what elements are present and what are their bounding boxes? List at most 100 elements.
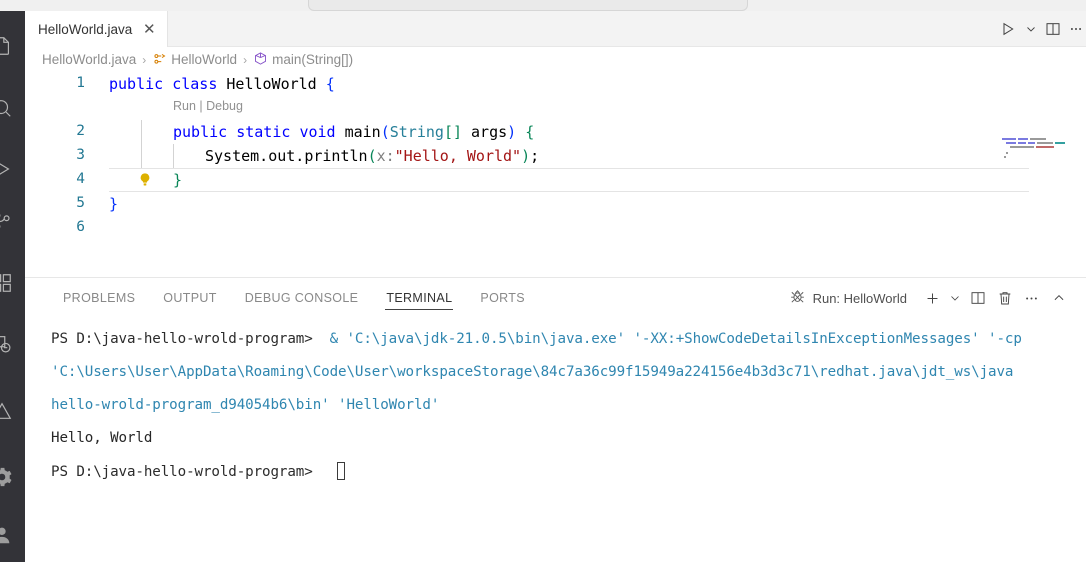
remote-triangle-icon — [0, 400, 13, 422]
tab-problems[interactable]: PROBLEMS — [49, 278, 149, 318]
split-editor-button[interactable] — [1039, 14, 1067, 44]
codelens-run-debug[interactable]: Run | Debug — [173, 99, 243, 113]
method-icon — [253, 51, 268, 69]
code-line-1: public class HelloWorld { — [109, 75, 335, 93]
run-options-dropdown[interactable] — [1022, 14, 1039, 44]
new-terminal-button[interactable] — [919, 284, 946, 312]
activity-item-testing[interactable] — [0, 321, 25, 367]
terminal-output[interactable]: PS D:\java-hello-wrold-program> & 'C:\ja… — [25, 318, 1086, 562]
terminal-program-output: Hello, World — [51, 430, 153, 446]
token-args: args — [462, 123, 508, 141]
tab-terminal[interactable]: TERMINAL — [372, 278, 466, 318]
minimap-row — [1018, 142, 1026, 144]
run-debug-icon — [0, 158, 13, 180]
terminal-command-cont: hello-wrold-program_d94054b6\bin' 'Hello… — [51, 397, 440, 413]
gear-icon — [0, 466, 13, 488]
terminal-profile-dropdown[interactable] — [946, 284, 964, 312]
panel-header: PROBLEMS OUTPUT DEBUG CONSOLE TERMINAL P… — [25, 278, 1086, 318]
indent-guide — [141, 120, 142, 168]
panel-tab-label: OUTPUT — [163, 291, 217, 305]
editor-region: HelloWorld.java ✕ HelloWorld.java › Hell… — [25, 11, 1086, 562]
run-button[interactable] — [994, 14, 1022, 44]
token-String: String — [389, 123, 444, 141]
breadcrumb-method-label: main(String[]) — [272, 52, 354, 67]
activity-item-source-control[interactable] — [0, 198, 25, 244]
token-param-hint: x: — [376, 147, 395, 165]
breadcrumb-item-method[interactable]: main(String[]) — [253, 51, 353, 69]
tab-helloworld-java[interactable]: HelloWorld.java ✕ — [25, 11, 169, 47]
account-icon — [0, 524, 13, 546]
terminal-line: 'C:\Users\User\AppData\Roaming\Code\User… — [51, 364, 1013, 380]
terminal-command: & 'C:\java\jdk-21.0.5\bin\java.exe' '-XX… — [312, 331, 1022, 347]
activity-item-explorer[interactable] — [0, 23, 25, 69]
command-center[interactable] — [308, 0, 748, 11]
panel-tab-label: PORTS — [480, 291, 525, 305]
token-brace: { — [325, 75, 335, 93]
minimap-row — [1030, 138, 1046, 140]
breadcrumb-item-class[interactable]: HelloWorld — [152, 51, 237, 69]
collapse-panel-button[interactable] — [1045, 284, 1072, 312]
lightbulb-icon[interactable] — [137, 172, 153, 188]
tab-output[interactable]: OUTPUT — [149, 278, 231, 318]
editor-actions — [994, 11, 1086, 47]
split-terminal-button[interactable] — [964, 284, 991, 312]
minimap-row — [1006, 142, 1016, 144]
line-number: 1 — [76, 75, 85, 91]
code-editor[interactable]: 1 2 3 4 5 6 public class HelloWorld { Ru… — [25, 72, 1086, 272]
debug-bug-icon — [789, 288, 806, 308]
activity-item-accounts[interactable] — [0, 512, 25, 558]
terminal-line: Hello, World — [51, 430, 152, 446]
activity-bar — [0, 11, 25, 562]
vscode-window: HelloWorld.java ✕ HelloWorld.java › Hell… — [0, 0, 1086, 562]
token-classname: HelloWorld — [226, 75, 317, 93]
kill-terminal-button[interactable] — [991, 284, 1018, 312]
panel-more-actions-button[interactable] — [1018, 284, 1045, 312]
terminal-line: PS D:\java-hello-wrold-program> — [51, 464, 313, 480]
minimap-row — [1010, 146, 1034, 148]
activity-item-extensions[interactable] — [0, 260, 25, 306]
minimap-row — [1004, 156, 1006, 158]
token-public: public — [109, 75, 164, 93]
testing-beaker-icon — [0, 333, 13, 355]
activity-item-run-and-debug[interactable] — [0, 146, 25, 192]
minimap-row — [1002, 138, 1016, 140]
minimap-row — [1018, 138, 1028, 140]
minimap-row — [1028, 142, 1035, 144]
token-paren-close: ) — [521, 147, 531, 165]
token-paren: ( — [380, 123, 390, 141]
editor-tab-bar: HelloWorld.java ✕ — [25, 11, 1086, 47]
panel-tabs: PROBLEMS OUTPUT DEBUG CONSOLE TERMINAL P… — [25, 278, 539, 318]
current-line-highlight — [109, 168, 1029, 192]
breadcrumb-file-label: HelloWorld.java — [42, 52, 137, 67]
token-paren: ( — [367, 147, 377, 165]
token-paren-close: ) — [507, 123, 517, 141]
tab-debug-console[interactable]: DEBUG CONSOLE — [231, 278, 373, 318]
terminal-instance-selector[interactable]: Run: HelloWorld — [789, 288, 907, 308]
token-public: public — [173, 123, 228, 141]
minimap[interactable] — [1002, 138, 1080, 198]
title-bar — [0, 0, 1086, 11]
class-icon — [152, 51, 167, 69]
token-class: class — [172, 75, 218, 93]
activity-item-search[interactable] — [0, 85, 25, 131]
minimap-row — [1055, 142, 1065, 144]
terminal-cursor — [337, 462, 345, 480]
close-icon[interactable]: ✕ — [141, 22, 157, 37]
token-brace: } — [109, 195, 119, 213]
terminal-line: PS D:\java-hello-wrold-program> & 'C:\ja… — [51, 331, 1022, 347]
code-line-4: } — [173, 171, 182, 189]
panel-tab-label: DEBUG CONSOLE — [244, 291, 359, 305]
activity-item-manage-settings[interactable] — [0, 454, 25, 500]
token-println: System.out.println — [205, 147, 368, 165]
token-brackets: [] — [443, 123, 462, 141]
breadcrumb-item-file[interactable]: HelloWorld.java — [42, 52, 136, 67]
activity-item-remote-explorer[interactable] — [0, 388, 25, 434]
more-actions-button[interactable] — [1067, 14, 1084, 44]
breadcrumb-class-label: HelloWorld — [171, 52, 238, 67]
token-brace: { — [525, 123, 535, 141]
panel-tab-label: PROBLEMS — [63, 291, 136, 305]
line-number: 4 — [76, 171, 85, 187]
tab-ports[interactable]: PORTS — [466, 278, 539, 318]
line-number: 5 — [76, 195, 85, 211]
token-semicolon: ; — [530, 147, 540, 165]
